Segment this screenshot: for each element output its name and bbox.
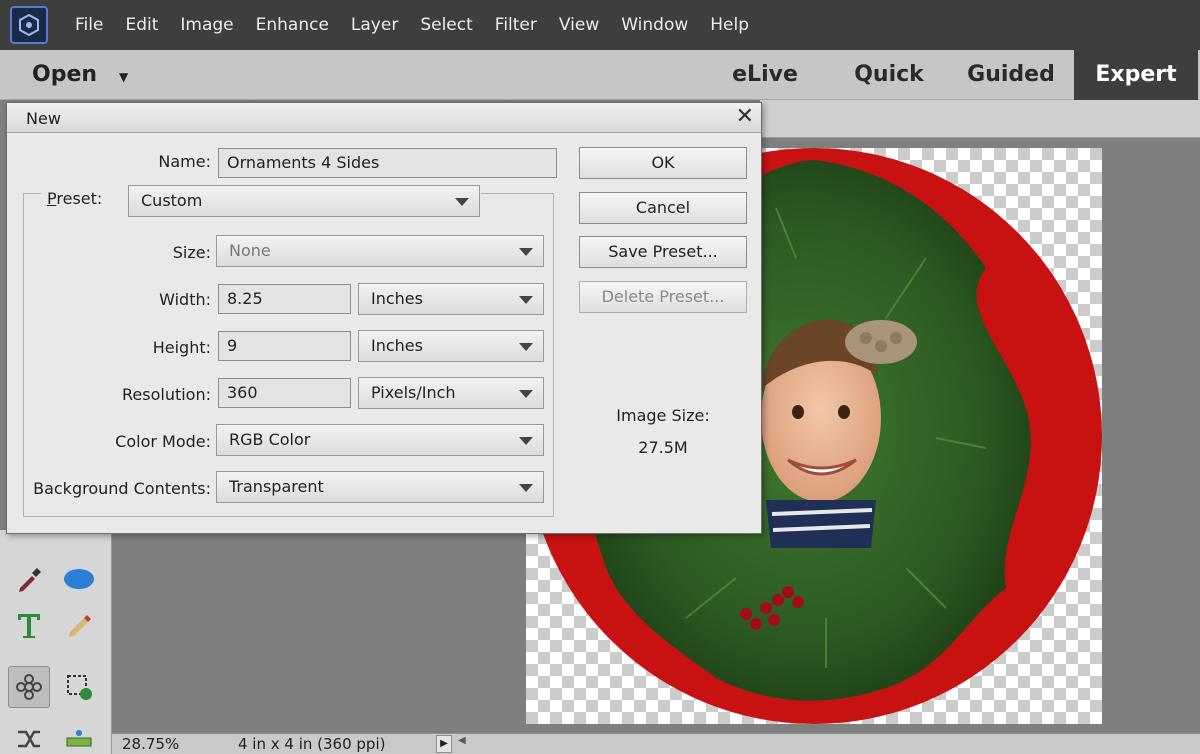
- menu-layer[interactable]: Layer: [340, 15, 409, 35]
- content-aware-move-tool-icon[interactable]: [8, 718, 50, 754]
- menu-filter[interactable]: Filter: [484, 15, 548, 35]
- menu-edit[interactable]: Edit: [114, 15, 169, 35]
- status-bar: 28.75% 4 in x 4 in (360 ppi) ▶ ◀: [112, 733, 1200, 754]
- width-unit-chevron-down-icon: [519, 296, 533, 304]
- dialog-title: New: [26, 109, 61, 128]
- close-icon[interactable]: ✕: [736, 104, 754, 129]
- height-input[interactable]: 9: [218, 331, 351, 361]
- background-contents-label: Background Contents:: [33, 479, 211, 498]
- tab-expert[interactable]: Expert: [1074, 50, 1198, 100]
- recompose-tool-icon[interactable]: [58, 666, 100, 708]
- new-document-dialog: New ✕ Name: Ornaments 4 Sides Preset: Cu…: [6, 102, 762, 534]
- menu-enhance[interactable]: Enhance: [245, 15, 340, 35]
- preset-label: Preset:: [47, 189, 103, 208]
- preset-value: Custom: [141, 191, 203, 210]
- zoom-level[interactable]: 28.75%: [122, 735, 179, 753]
- color-mode-select[interactable]: RGB Color: [216, 424, 544, 456]
- menu-help[interactable]: Help: [699, 15, 760, 35]
- save-preset-button[interactable]: Save Preset...: [579, 236, 747, 268]
- dialog-titlebar[interactable]: New ✕: [7, 103, 761, 133]
- menu-select[interactable]: Select: [409, 15, 483, 35]
- color-mode-chevron-down-icon: [519, 437, 533, 445]
- name-input[interactable]: Ornaments 4 Sides: [218, 148, 557, 178]
- menu-bar: File Edit Image Enhance Layer Select Fil…: [0, 0, 1200, 50]
- tab-quick[interactable]: Quick: [838, 50, 940, 100]
- preset-chevron-down-icon: [455, 198, 469, 206]
- menu-window[interactable]: Window: [610, 15, 699, 35]
- height-unit-value: Inches: [371, 336, 423, 355]
- tools-panel: [0, 530, 112, 754]
- eyedropper-tool-icon[interactable]: [8, 558, 50, 600]
- image-size-label: Image Size:: [616, 406, 710, 425]
- resolution-unit-select[interactable]: Pixels/Inch: [358, 377, 544, 409]
- document-info: 4 in x 4 in (360 ppi): [238, 735, 386, 753]
- width-input[interactable]: 8.25: [218, 284, 351, 314]
- background-contents-select[interactable]: Transparent: [216, 471, 544, 503]
- resolution-unit-value: Pixels/Inch: [371, 383, 456, 402]
- width-unit-select[interactable]: Inches: [358, 283, 544, 315]
- document-tab-strip: [760, 100, 1200, 138]
- status-menu-arrow-icon[interactable]: ▶: [436, 735, 452, 753]
- height-label: Height:: [152, 338, 211, 357]
- image-size-value: 27.5M: [638, 438, 688, 457]
- size-label: Size:: [172, 243, 211, 262]
- resolution-label: Resolution:: [122, 385, 211, 404]
- height-unit-chevron-down-icon: [519, 343, 533, 351]
- name-label: Name:: [158, 152, 211, 171]
- preset-select[interactable]: Custom: [128, 185, 480, 217]
- tab-guided[interactable]: Guided: [952, 50, 1070, 100]
- background-contents-value: Transparent: [229, 477, 324, 496]
- open-button[interactable]: Open: [32, 62, 97, 87]
- cookie-cutter-tool-icon[interactable]: [8, 666, 50, 708]
- app-logo-icon[interactable]: [10, 6, 48, 44]
- open-dropdown-icon[interactable]: ▼: [119, 70, 128, 84]
- width-unit-value: Inches: [371, 289, 423, 308]
- type-tool-icon[interactable]: [8, 604, 50, 646]
- resolution-input[interactable]: 360: [218, 378, 351, 408]
- mode-bar: Open ▼ eLive Quick Guided Expert: [0, 50, 1200, 100]
- color-mode-label: Color Mode:: [115, 432, 211, 451]
- scroll-left-arrow-icon[interactable]: ◀: [458, 735, 466, 746]
- size-chevron-down-icon: [519, 248, 533, 256]
- cancel-button[interactable]: Cancel: [579, 192, 747, 224]
- resolution-unit-chevron-down-icon: [519, 390, 533, 398]
- menu-view[interactable]: View: [548, 15, 610, 35]
- straighten-tool-icon[interactable]: [58, 718, 100, 754]
- color-mode-value: RGB Color: [229, 430, 311, 449]
- pencil-tool-icon[interactable]: [58, 604, 100, 646]
- background-chevron-down-icon: [519, 484, 533, 492]
- tab-elive[interactable]: eLive: [716, 50, 814, 100]
- size-select: None: [216, 235, 544, 267]
- size-value: None: [229, 241, 271, 260]
- height-unit-select[interactable]: Inches: [358, 330, 544, 362]
- delete-preset-button: Delete Preset...: [579, 281, 747, 313]
- menu-image[interactable]: Image: [169, 15, 244, 35]
- ellipse-shape-tool-icon[interactable]: [58, 558, 100, 600]
- menu-file[interactable]: File: [64, 15, 114, 35]
- ok-button[interactable]: OK: [579, 147, 747, 179]
- width-label: Width:: [159, 290, 211, 309]
